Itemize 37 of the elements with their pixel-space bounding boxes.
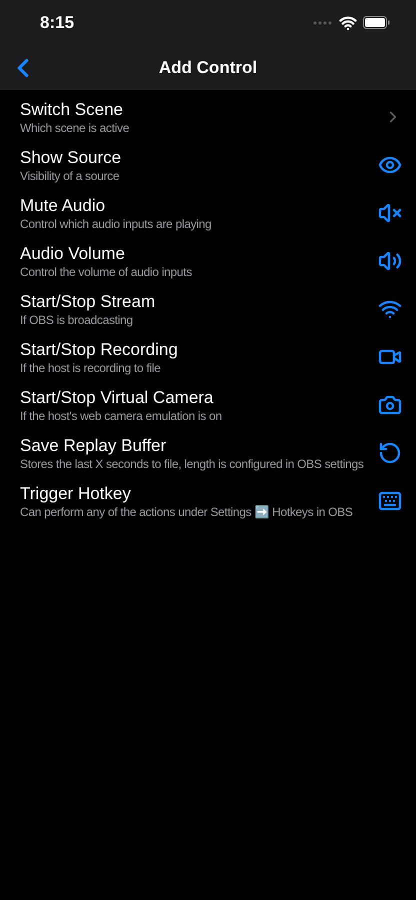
- status-time: 8:15: [40, 12, 74, 34]
- item-title: Mute Audio: [20, 194, 106, 216]
- control-list-item[interactable]: Start/Stop Virtual Camera If the host's web camera emulation is on: [20, 381, 402, 429]
- rotate-arrow-icon: [378, 441, 402, 465]
- item-subtitle: If OBS is broadcasting: [20, 312, 134, 328]
- item-subtitle: Can perform any of the actions under Settings ➡ Hotkeys in OBS: [20, 504, 354, 520]
- control-list-item[interactable]: Start/Stop Stream If OBS is broadcasting: [20, 285, 402, 333]
- item-subtitle: Visibility of a source: [20, 168, 120, 184]
- control-list-item[interactable]: Audio Volume Control the volume of audio inputs: [20, 237, 402, 285]
- signal-icon: [313, 20, 333, 24]
- item-subtitle: If the host's web camera emulation is on: [20, 408, 223, 424]
- item-title: Start/Stop Virtual Camera: [20, 386, 214, 408]
- item-title: Audio Volume: [20, 242, 126, 264]
- item-title: Show Source: [20, 146, 122, 168]
- item-title: Start/Stop Recording: [20, 338, 179, 360]
- control-list-item[interactable]: Switch Scene Which scene is active: [20, 93, 402, 141]
- control-list-item[interactable]: Save Replay Buffer Stores the last X seconds to file, length is configured in OBS settings: [20, 429, 402, 477]
- control-list-item[interactable]: Show Source Visibility of a source: [20, 141, 402, 189]
- nav-title: Add Control: [158, 56, 258, 79]
- item-subtitle: Stores the last X seconds to file, length is configured in OBS settings: [20, 456, 365, 472]
- wifi-status-icon: [339, 14, 357, 32]
- battery-icon: [363, 16, 390, 29]
- speaker-icon: [378, 249, 402, 273]
- control-list-item[interactable]: Start/Stop Recording If the host is recording to file: [20, 333, 402, 381]
- item-title: Switch Scene: [20, 98, 124, 120]
- item-subtitle: Which scene is active: [20, 120, 130, 136]
- item-subtitle: If the host is recording to file: [20, 360, 162, 376]
- control-list-item[interactable]: Mute Audio Control which audio inputs are playing: [20, 189, 402, 237]
- keyboard-icon: [378, 489, 402, 513]
- item-title: Start/Stop Stream: [20, 290, 156, 312]
- camera-icon: [378, 393, 402, 417]
- item-title: Trigger Hotkey: [20, 482, 132, 504]
- item-title: Save Replay Buffer: [20, 434, 168, 456]
- item-subtitle: Control the volume of audio inputs: [20, 264, 193, 280]
- control-list-item[interactable]: Trigger Hotkey Can perform any of the actions under Settings ➡ Hotkeys in OBS: [20, 477, 402, 525]
- speaker-muted-icon: [378, 201, 402, 225]
- item-subtitle: Control which audio inputs are playing: [20, 216, 212, 232]
